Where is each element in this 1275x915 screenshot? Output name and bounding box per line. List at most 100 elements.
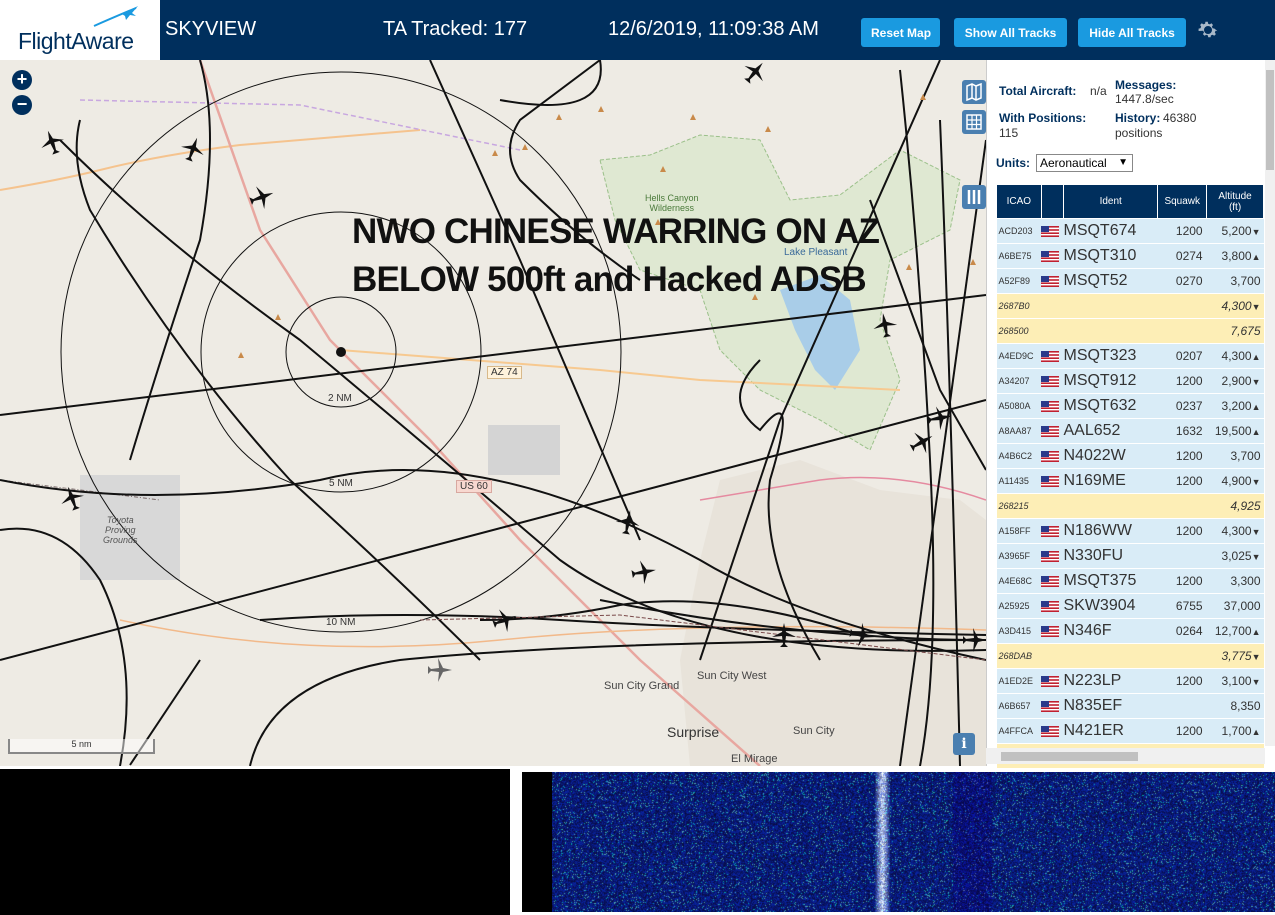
columns-icon[interactable] — [962, 185, 986, 209]
row-ident: MSQT375 — [1063, 568, 1158, 594]
place-hells-canyon: Hells Canyon Wilderness — [645, 193, 699, 213]
row-altitude: 3,800▲ — [1206, 243, 1264, 269]
messages-label: Messages: — [1115, 78, 1177, 92]
table-row[interactable]: A5080A MSQT632 0237 3,200▲ — [996, 393, 1264, 419]
place-sun-city-grand: Sun City Grand — [604, 680, 680, 692]
row-squawk: 6755 — [1157, 593, 1207, 619]
table-row[interactable]: A3965F N330FU 3,025▼ — [996, 543, 1264, 569]
altitude-trend-icon: ▼ — [1251, 552, 1261, 562]
row-ident: AAL652 — [1063, 418, 1158, 444]
place-surprise: Surprise — [667, 724, 720, 740]
range-label-10nm: 10 NM — [326, 617, 356, 628]
row-ident: MSQT674 — [1063, 218, 1158, 244]
row-altitude-value: 19,500 — [1214, 424, 1252, 438]
row-icao: A4ED9C — [996, 343, 1042, 369]
zoom-in-button[interactable]: + — [12, 70, 32, 90]
row-flag — [1041, 393, 1064, 419]
row-squawk — [1157, 693, 1207, 719]
table-row[interactable]: 268500 7,675 — [996, 318, 1264, 344]
map-view[interactable]: + − NWO CHINESE WARRING ON AZ BELOW 500f… — [0, 60, 986, 766]
table-row[interactable]: A4ED9C MSQT323 0207 4,300▲ — [996, 343, 1264, 369]
row-ident: MSQT310 — [1063, 243, 1158, 269]
row-icao: A11435 — [996, 468, 1042, 494]
col-icao[interactable]: ICAO — [996, 184, 1042, 219]
row-squawk: 0207 — [1157, 343, 1207, 369]
table-row[interactable]: A8AA87 AAL652 1632 19,500▲ — [996, 418, 1264, 444]
row-ident — [1063, 318, 1158, 344]
table-row[interactable]: A4E68C MSQT375 1200 3,300 — [996, 568, 1264, 594]
us-flag-icon — [1041, 726, 1060, 738]
row-altitude-value: 5,200 — [1221, 224, 1252, 238]
row-altitude: 37,000 — [1206, 593, 1264, 619]
row-altitude: 7,675 — [1206, 318, 1264, 344]
table-row[interactable]: A4FFCA N421ER 1200 1,700▲ — [996, 718, 1264, 744]
row-squawk — [1157, 493, 1207, 519]
row-ident: MSQT323 — [1063, 343, 1158, 369]
row-altitude: 2,900▼ — [1206, 368, 1264, 394]
zoom-out-button[interactable]: − — [12, 95, 32, 115]
map-layer-icon[interactable] — [962, 80, 986, 104]
row-flag — [1041, 443, 1064, 469]
table-row[interactable]: A1ED2E N223LP 1200 3,100▼ — [996, 668, 1264, 694]
table-row[interactable]: 2687B0 4,300▼ — [996, 293, 1264, 319]
us-flag-icon — [1041, 626, 1060, 638]
altitude-trend-icon: ▲ — [1251, 427, 1261, 437]
col-flag[interactable] — [1040, 184, 1064, 219]
table-row[interactable]: A158FF N186WW 1200 4,300▼ — [996, 518, 1264, 544]
sidebar-vertical-scroll-thumb[interactable] — [1266, 70, 1274, 170]
flightaware-logo[interactable]: FlightAware — [0, 0, 160, 60]
table-row[interactable]: A52F89 MSQT52 0270 3,700 — [996, 268, 1264, 294]
row-altitude: 3,700 — [1206, 443, 1264, 469]
skyview-app: FlightAware SKYVIEW TA Tracked: 177 12/6… — [0, 0, 1275, 915]
show-all-tracks-button[interactable]: Show All Tracks — [954, 18, 1067, 47]
row-flag — [1041, 593, 1064, 619]
table-row[interactable]: A25925 SKW3904 6755 37,000 — [996, 593, 1264, 619]
altitude-trend-icon: ▼ — [1251, 652, 1261, 662]
row-ident: N4022W — [1063, 443, 1158, 469]
row-icao: A8AA87 — [996, 418, 1042, 444]
us-flag-icon — [1041, 601, 1060, 613]
sidebar-horizontal-scroll-thumb[interactable] — [1001, 752, 1138, 761]
gear-icon[interactable] — [1196, 18, 1220, 42]
row-ident: MSQT632 — [1063, 393, 1158, 419]
map-canvas — [0, 60, 986, 766]
row-altitude: 4,300▲ — [1206, 343, 1264, 369]
row-altitude: 19,500▲ — [1206, 418, 1264, 444]
units-select[interactable]: Aeronautical ▼ — [1036, 154, 1133, 172]
table-row[interactable]: A11435 N169ME 1200 4,900▼ — [996, 468, 1264, 494]
us-flag-icon — [1041, 376, 1060, 388]
reset-map-button[interactable]: Reset Map — [861, 18, 940, 47]
altitude-trend-icon: ▲ — [1251, 727, 1261, 737]
us-flag-icon — [1041, 551, 1060, 563]
table-row[interactable]: A34207 MSQT912 1200 2,900▼ — [996, 368, 1264, 394]
range-label-5nm: 5 NM — [329, 478, 353, 489]
table-row[interactable]: A3D415 N346F 0264 12,700▲ — [996, 618, 1264, 644]
overlay-line-2: BELOW 500ft and Hacked ADSB — [352, 260, 867, 299]
row-ident: SKW3904 — [1063, 593, 1158, 619]
table-row[interactable]: ACD203 MSQT674 1200 5,200▼ — [996, 218, 1264, 244]
grid-icon[interactable] — [962, 110, 986, 134]
col-squawk[interactable]: Squawk — [1157, 184, 1208, 219]
us-flag-icon — [1041, 576, 1060, 588]
suburb-area — [680, 460, 986, 766]
row-altitude-value: 1,700 — [1221, 724, 1252, 738]
col-altitude[interactable]: Altitude (ft) — [1206, 184, 1264, 219]
clock: 12/6/2019, 11:09:38 AM — [608, 18, 819, 40]
row-flag — [1041, 243, 1064, 269]
table-row[interactable]: 268215 4,925 — [996, 493, 1264, 519]
row-squawk — [1157, 643, 1207, 669]
row-ident: N169ME — [1063, 468, 1158, 494]
hide-all-tracks-button[interactable]: Hide All Tracks — [1078, 18, 1186, 47]
table-row[interactable]: A4B6C2 N4022W 1200 3,700 — [996, 443, 1264, 469]
row-altitude-value: 3,775 — [1221, 649, 1252, 663]
row-altitude: 4,300▼ — [1206, 518, 1264, 544]
video-panel-black — [0, 769, 510, 915]
table-row[interactable]: A6BE75 MSQT310 0274 3,800▲ — [996, 243, 1264, 269]
info-icon[interactable]: i — [953, 733, 975, 755]
table-row[interactable]: A6B657 N835EF 8,350 — [996, 693, 1264, 719]
altitude-trend-icon: ▲ — [1251, 402, 1261, 412]
table-row[interactable]: 268DAB 3,775▼ — [996, 643, 1264, 669]
place-el-mirage: El Mirage — [731, 753, 778, 765]
row-ident: MSQT912 — [1063, 368, 1158, 394]
col-ident[interactable]: Ident — [1062, 184, 1159, 219]
